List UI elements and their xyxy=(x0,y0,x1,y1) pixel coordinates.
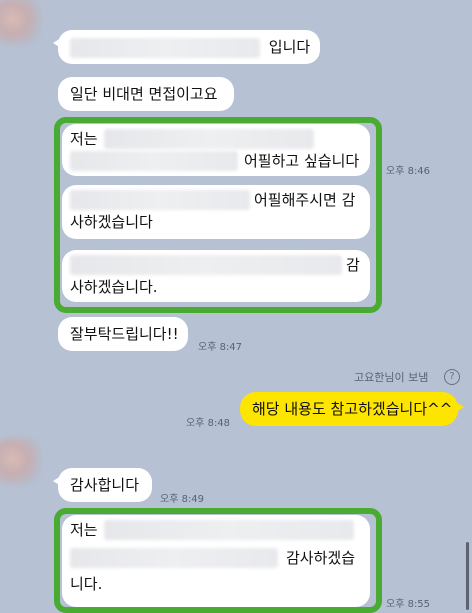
redacted-text xyxy=(70,190,250,210)
timestamp: 오후 8:55 xyxy=(386,599,431,610)
timestamp: 오후 8:48 xyxy=(186,418,231,429)
avatar[interactable] xyxy=(0,438,40,484)
message-text: 니다. xyxy=(70,575,103,593)
redacted-text xyxy=(70,548,278,568)
chat-message[interactable]: 감 사하겠습니다. xyxy=(62,250,370,302)
redacted-text xyxy=(70,37,260,58)
chat-message[interactable]: 감사합니다 xyxy=(53,468,152,502)
message-text: 저는 xyxy=(70,130,98,148)
question-circle-icon[interactable]: ? xyxy=(444,369,460,385)
message-text: 일단 비대면 면접이고요 xyxy=(70,85,218,103)
chat-message-outgoing[interactable]: 해당 내용도 참고하겠습니다^^ xyxy=(240,392,464,426)
chat-message[interactable]: 잘부탁드립니다!! xyxy=(58,317,188,351)
message-text: 해당 내용도 참고하겠습니다^^ xyxy=(252,400,453,418)
sender-label: 고요한님이 보냄 xyxy=(354,371,429,384)
redacted-text xyxy=(70,255,342,275)
message-text: 잘부탁드립니다!! xyxy=(70,325,179,343)
chat-message[interactable]: 저는 감사하겠습 니다. xyxy=(62,515,370,607)
message-text: 어필해주시면 감 xyxy=(254,191,356,209)
message-text: 어필하고 싶습니다 xyxy=(244,152,360,170)
timestamp: 오후 8:46 xyxy=(386,166,431,177)
chat-message[interactable]: 입니다 xyxy=(53,30,320,64)
message-text: 저는 xyxy=(70,521,98,539)
message-text: 사하겠습니다. xyxy=(70,278,158,296)
message-text: 감사합니다 xyxy=(70,476,140,494)
chat-message[interactable]: 일단 비대면 면접이고요 xyxy=(58,77,234,111)
message-text: 입니다 xyxy=(268,38,311,56)
avatar[interactable] xyxy=(0,0,40,44)
message-text: 감 xyxy=(346,256,360,274)
redacted-text xyxy=(103,129,314,149)
scrollbar[interactable] xyxy=(466,542,469,610)
redacted-text xyxy=(70,151,238,171)
timestamp: 오후 8:47 xyxy=(198,342,243,353)
timestamp: 오후 8:49 xyxy=(160,494,205,505)
message-text: 감사하겠습 xyxy=(286,549,356,567)
chat-message[interactable]: 저는 어필하고 싶습니다 xyxy=(62,124,370,176)
redacted-text xyxy=(103,520,354,540)
chat-message[interactable]: 어필해주시면 감 사하겠습니다 xyxy=(62,185,370,239)
message-text: 사하겠습니다 xyxy=(70,213,153,231)
